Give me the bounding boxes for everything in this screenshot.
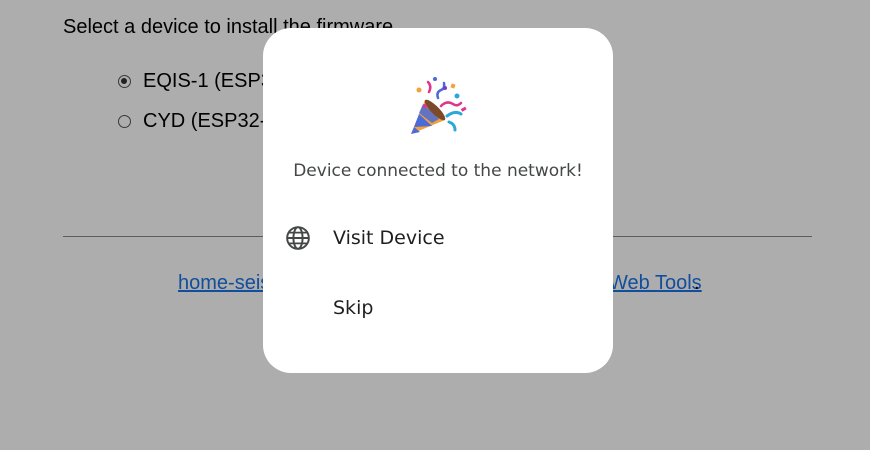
globe-icon [284,224,312,252]
skip-label: Skip [333,297,374,319]
party-popper-icon [411,77,467,134]
skip-button[interactable]: Skip [263,281,613,335]
connected-dialog: Device connected to the network! Visit D… [263,28,613,373]
visit-device-label: Visit Device [333,227,445,249]
dialog-message: Device connected to the network! [293,161,583,181]
visit-device-button[interactable]: Visit Device [263,211,613,265]
